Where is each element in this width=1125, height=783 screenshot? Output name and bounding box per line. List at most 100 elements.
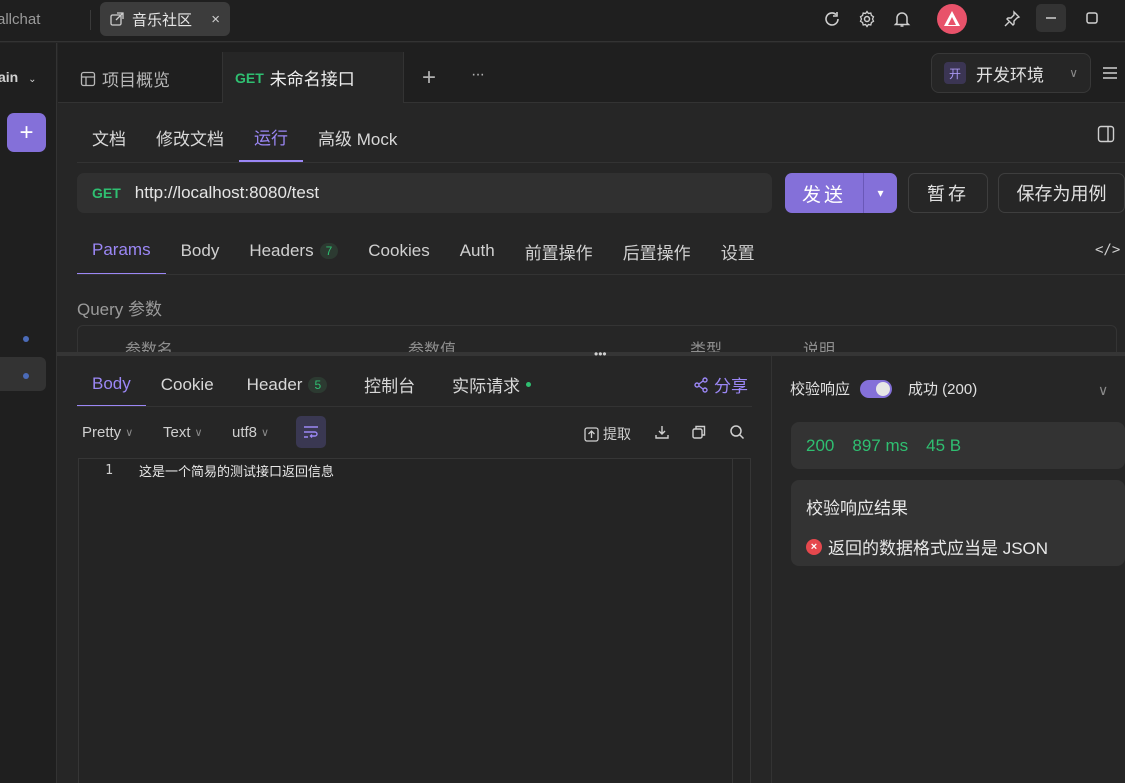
content-type-select[interactable]: Text ∨ bbox=[163, 424, 203, 441]
editor-scrollbar[interactable] bbox=[732, 459, 750, 783]
add-tab-button[interactable]: + bbox=[422, 64, 436, 92]
status-dot bbox=[526, 382, 532, 387]
verify-row: 校验响应 成功 (200) bbox=[790, 378, 977, 399]
add-button[interactable]: + bbox=[7, 113, 46, 152]
project-tab[interactable]: 音乐社区 × bbox=[100, 2, 230, 36]
verify-status[interactable]: 成功 (200) bbox=[908, 378, 977, 399]
pretty-label: Pretty bbox=[82, 424, 122, 441]
subnav-run[interactable]: 运行 bbox=[239, 112, 303, 162]
tab-post-ops[interactable]: 后置操作 bbox=[608, 227, 706, 275]
tab-actual-request[interactable]: 实际请求 bbox=[430, 362, 546, 407]
tree-node-dot[interactable] bbox=[23, 336, 29, 342]
refresh-icon[interactable] bbox=[821, 8, 843, 30]
environment-select[interactable]: 开 开发环境 ∨ bbox=[931, 53, 1091, 93]
tab-pre-ops[interactable]: 前置操作 bbox=[510, 227, 608, 275]
editor-line: 1 这是一个简易的测试接口返回信息 bbox=[79, 459, 750, 481]
chevron-down-icon: ∨ bbox=[261, 427, 270, 439]
tab-label: Params bbox=[92, 240, 151, 259]
result-title: 校验响应结果 bbox=[806, 499, 908, 518]
divider bbox=[77, 162, 1125, 163]
bell-icon[interactable] bbox=[891, 8, 913, 30]
tab-label: Auth bbox=[459, 241, 495, 260]
tab-label: Headers bbox=[249, 241, 314, 260]
query-title: Query 参数 bbox=[77, 300, 163, 319]
save-case-button[interactable]: 保存为用例 bbox=[998, 173, 1125, 213]
method-tag: GET bbox=[235, 69, 264, 86]
maximize-button[interactable] bbox=[1077, 4, 1107, 32]
divider bbox=[77, 274, 1125, 275]
subnav-mock[interactable]: 高级 Mock bbox=[303, 112, 412, 162]
code-icon[interactable]: </> bbox=[1095, 242, 1120, 258]
tab-label: Cookie bbox=[160, 374, 214, 394]
tab-label: 设置 bbox=[720, 243, 755, 263]
encoding-select[interactable]: utf8 ∨ bbox=[232, 424, 269, 441]
gear-icon[interactable] bbox=[856, 8, 878, 30]
chevron-down-icon: ⌄ bbox=[28, 74, 37, 85]
verify-label: 校验响应 bbox=[790, 381, 851, 398]
chevron-down-icon: ∨ bbox=[1069, 66, 1078, 80]
menu-icon[interactable] bbox=[1102, 66, 1118, 84]
tab-unnamed-api[interactable]: GET 未命名接口 bbox=[222, 52, 404, 103]
panel-toggle-icon[interactable] bbox=[1097, 125, 1115, 147]
pretty-select[interactable]: Pretty ∨ bbox=[82, 424, 133, 441]
tab-overview[interactable]: 项目概览 bbox=[80, 66, 170, 91]
external-link-icon bbox=[110, 12, 124, 26]
close-icon[interactable]: × bbox=[211, 11, 220, 28]
count-badge: 7 bbox=[319, 243, 339, 259]
method-tag[interactable]: GET bbox=[92, 185, 121, 201]
send-button[interactable]: 发送 ▾ bbox=[785, 173, 897, 213]
branch-selector[interactable]: ain ⌄ bbox=[0, 69, 37, 85]
tab-settings[interactable]: 设置 bbox=[706, 227, 770, 275]
copy-icon[interactable] bbox=[691, 424, 707, 440]
response-text[interactable]: 这是一个简易的测试接口返回信息 bbox=[139, 461, 334, 480]
share-button[interactable]: 分享 bbox=[693, 372, 748, 397]
minimize-button[interactable] bbox=[1036, 4, 1066, 32]
divider bbox=[77, 406, 752, 407]
word-wrap-button[interactable] bbox=[296, 416, 326, 448]
response-time: 897 ms bbox=[852, 435, 909, 455]
sidebar bbox=[0, 43, 57, 783]
tab-body[interactable]: Body bbox=[166, 227, 235, 275]
tab-auth[interactable]: Auth bbox=[445, 227, 510, 275]
branch-label: ain bbox=[0, 69, 19, 85]
chevron-down-icon[interactable]: ▾ bbox=[863, 173, 897, 213]
url-bar[interactable]: GET http://localhost:8080/test bbox=[77, 173, 772, 213]
sub-navigation: 文档 修改文档 运行 高级 Mock bbox=[77, 112, 412, 162]
request-tabs: Params Body Headers 7 Cookies Auth 前置操作 后… bbox=[77, 227, 770, 275]
download-icon[interactable] bbox=[654, 424, 670, 440]
extract-button[interactable]: 提取 bbox=[584, 424, 631, 444]
tab-console[interactable]: 控制台 bbox=[342, 362, 430, 407]
verify-result-card: 校验响应结果 × 返回的数据格式应当是 JSON bbox=[791, 480, 1125, 566]
more-icon[interactable]: ··· bbox=[471, 66, 485, 84]
workspace-name[interactable]: allchat bbox=[0, 11, 40, 28]
logo-icon bbox=[944, 11, 960, 26]
tab-response-header[interactable]: Header 5 bbox=[229, 362, 342, 407]
response-editor[interactable]: 1 这是一个简易的测试接口返回信息 bbox=[78, 458, 751, 783]
chevron-down-icon[interactable]: ∨ bbox=[1098, 382, 1108, 399]
subnav-edit-doc[interactable]: 修改文档 bbox=[141, 112, 239, 162]
avatar[interactable] bbox=[937, 4, 967, 34]
response-stats: 200 897 ms 45 B bbox=[791, 422, 1125, 469]
subnav-doc[interactable]: 文档 bbox=[77, 112, 141, 162]
tab-title: 未命名接口 bbox=[269, 70, 355, 89]
tab-cookies[interactable]: Cookies bbox=[353, 227, 444, 275]
tab-headers[interactable]: Headers 7 bbox=[234, 227, 353, 275]
share-label: 分享 bbox=[714, 377, 748, 396]
send-label[interactable]: 发送 bbox=[785, 173, 863, 213]
save-temp-button[interactable]: 暂存 bbox=[908, 173, 988, 213]
env-badge: 开 bbox=[944, 62, 966, 84]
tab-label: 后置操作 bbox=[622, 243, 691, 263]
type-label: Text bbox=[163, 424, 191, 441]
tree-node-dot bbox=[23, 373, 29, 379]
verify-toggle[interactable] bbox=[860, 379, 893, 398]
tab-response-body[interactable]: Body bbox=[77, 362, 146, 407]
tab-response-cookie[interactable]: Cookie bbox=[146, 362, 229, 407]
project-tab-label: 音乐社区 bbox=[132, 11, 193, 29]
pin-icon[interactable] bbox=[1001, 8, 1023, 30]
error-icon: × bbox=[806, 538, 822, 555]
minimize-icon bbox=[1046, 17, 1056, 19]
tab-params[interactable]: Params bbox=[77, 227, 166, 275]
url-input[interactable]: http://localhost:8080/test bbox=[135, 183, 319, 203]
result-message: × 返回的数据格式应当是 JSON bbox=[806, 534, 1048, 559]
search-icon[interactable] bbox=[729, 424, 745, 440]
